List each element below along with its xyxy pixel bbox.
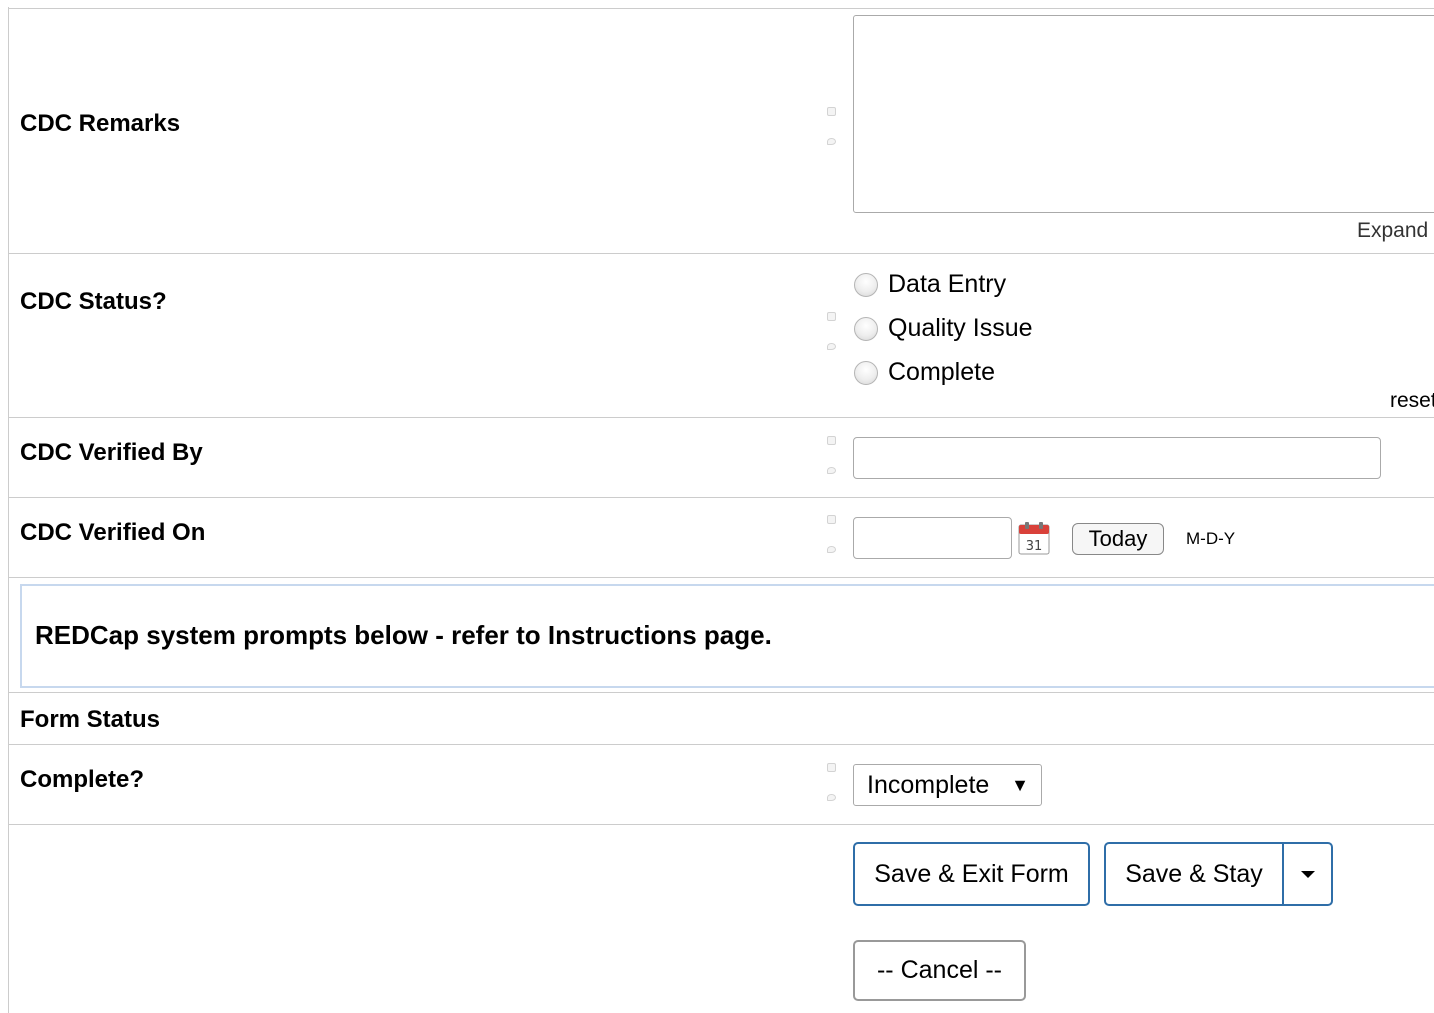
radio-button[interactable] xyxy=(854,316,878,341)
history-icon[interactable] xyxy=(827,312,836,321)
comment-icon[interactable] xyxy=(827,343,836,350)
svg-text:31: 31 xyxy=(1026,539,1043,554)
field-label-status: CDC Status? xyxy=(20,288,167,315)
verified-on-date-input[interactable] xyxy=(853,517,1012,559)
today-button[interactable]: Today xyxy=(1072,523,1164,555)
field-label-remarks: CDC Remarks xyxy=(20,110,181,137)
row-divider xyxy=(8,744,1434,745)
cancel-button[interactable]: -- Cancel -- xyxy=(853,940,1026,1001)
history-icon[interactable] xyxy=(827,107,836,116)
radio-button[interactable] xyxy=(854,360,878,385)
select-value: Incomplete xyxy=(867,771,990,799)
remarks-textarea[interactable] xyxy=(853,15,1434,213)
row-divider xyxy=(8,8,1434,9)
section-header-text: REDCap system prompts below - refer to I… xyxy=(35,620,772,650)
comment-icon[interactable] xyxy=(827,546,836,553)
save-stay-group: Save & Stay xyxy=(1104,842,1333,906)
expand-link[interactable]: Expand xyxy=(1357,219,1428,243)
field-label-verified-on: CDC Verified On xyxy=(20,519,206,546)
save-exit-button[interactable]: Save & Exit Form xyxy=(853,842,1090,906)
save-stay-button[interactable]: Save & Stay xyxy=(1106,844,1284,904)
row-divider xyxy=(8,253,1434,254)
section-header: REDCap system prompts below - refer to I… xyxy=(20,584,1434,688)
radio-option-data-entry[interactable]: Data Entry xyxy=(854,270,1006,299)
date-format-hint: M-D-Y xyxy=(1186,529,1236,548)
history-icon[interactable] xyxy=(827,763,836,772)
row-divider xyxy=(8,692,1434,693)
row-divider xyxy=(8,577,1434,578)
row-divider xyxy=(8,417,1434,418)
radio-option-complete[interactable]: Complete xyxy=(854,358,995,387)
history-icon[interactable] xyxy=(827,515,836,524)
radio-option-quality-issue[interactable]: Quality Issue xyxy=(854,314,1033,343)
chevron-down-icon: ▼ xyxy=(1011,775,1029,795)
radio-label: Complete xyxy=(888,358,995,386)
verified-by-input[interactable] xyxy=(853,437,1381,479)
save-options-dropdown[interactable] xyxy=(1284,844,1331,904)
row-divider xyxy=(8,824,1434,825)
complete-status-select[interactable]: Incomplete ▼ xyxy=(853,764,1042,806)
caret-down-icon xyxy=(1300,870,1315,878)
field-label-verified-by: CDC Verified By xyxy=(20,439,203,466)
comment-icon[interactable] xyxy=(827,794,836,801)
row-divider xyxy=(8,497,1434,498)
calendar-icon[interactable]: 31 xyxy=(1018,521,1050,555)
radio-label: Quality Issue xyxy=(888,314,1033,342)
comment-icon[interactable] xyxy=(827,467,836,474)
form-status-header: Form Status xyxy=(20,706,161,733)
history-icon[interactable] xyxy=(827,436,836,445)
comment-icon[interactable] xyxy=(827,138,836,145)
field-label-complete: Complete? xyxy=(20,766,145,793)
reset-link[interactable]: reset xyxy=(1390,389,1434,413)
radio-label: Data Entry xyxy=(888,270,1007,298)
radio-button[interactable] xyxy=(854,272,878,297)
